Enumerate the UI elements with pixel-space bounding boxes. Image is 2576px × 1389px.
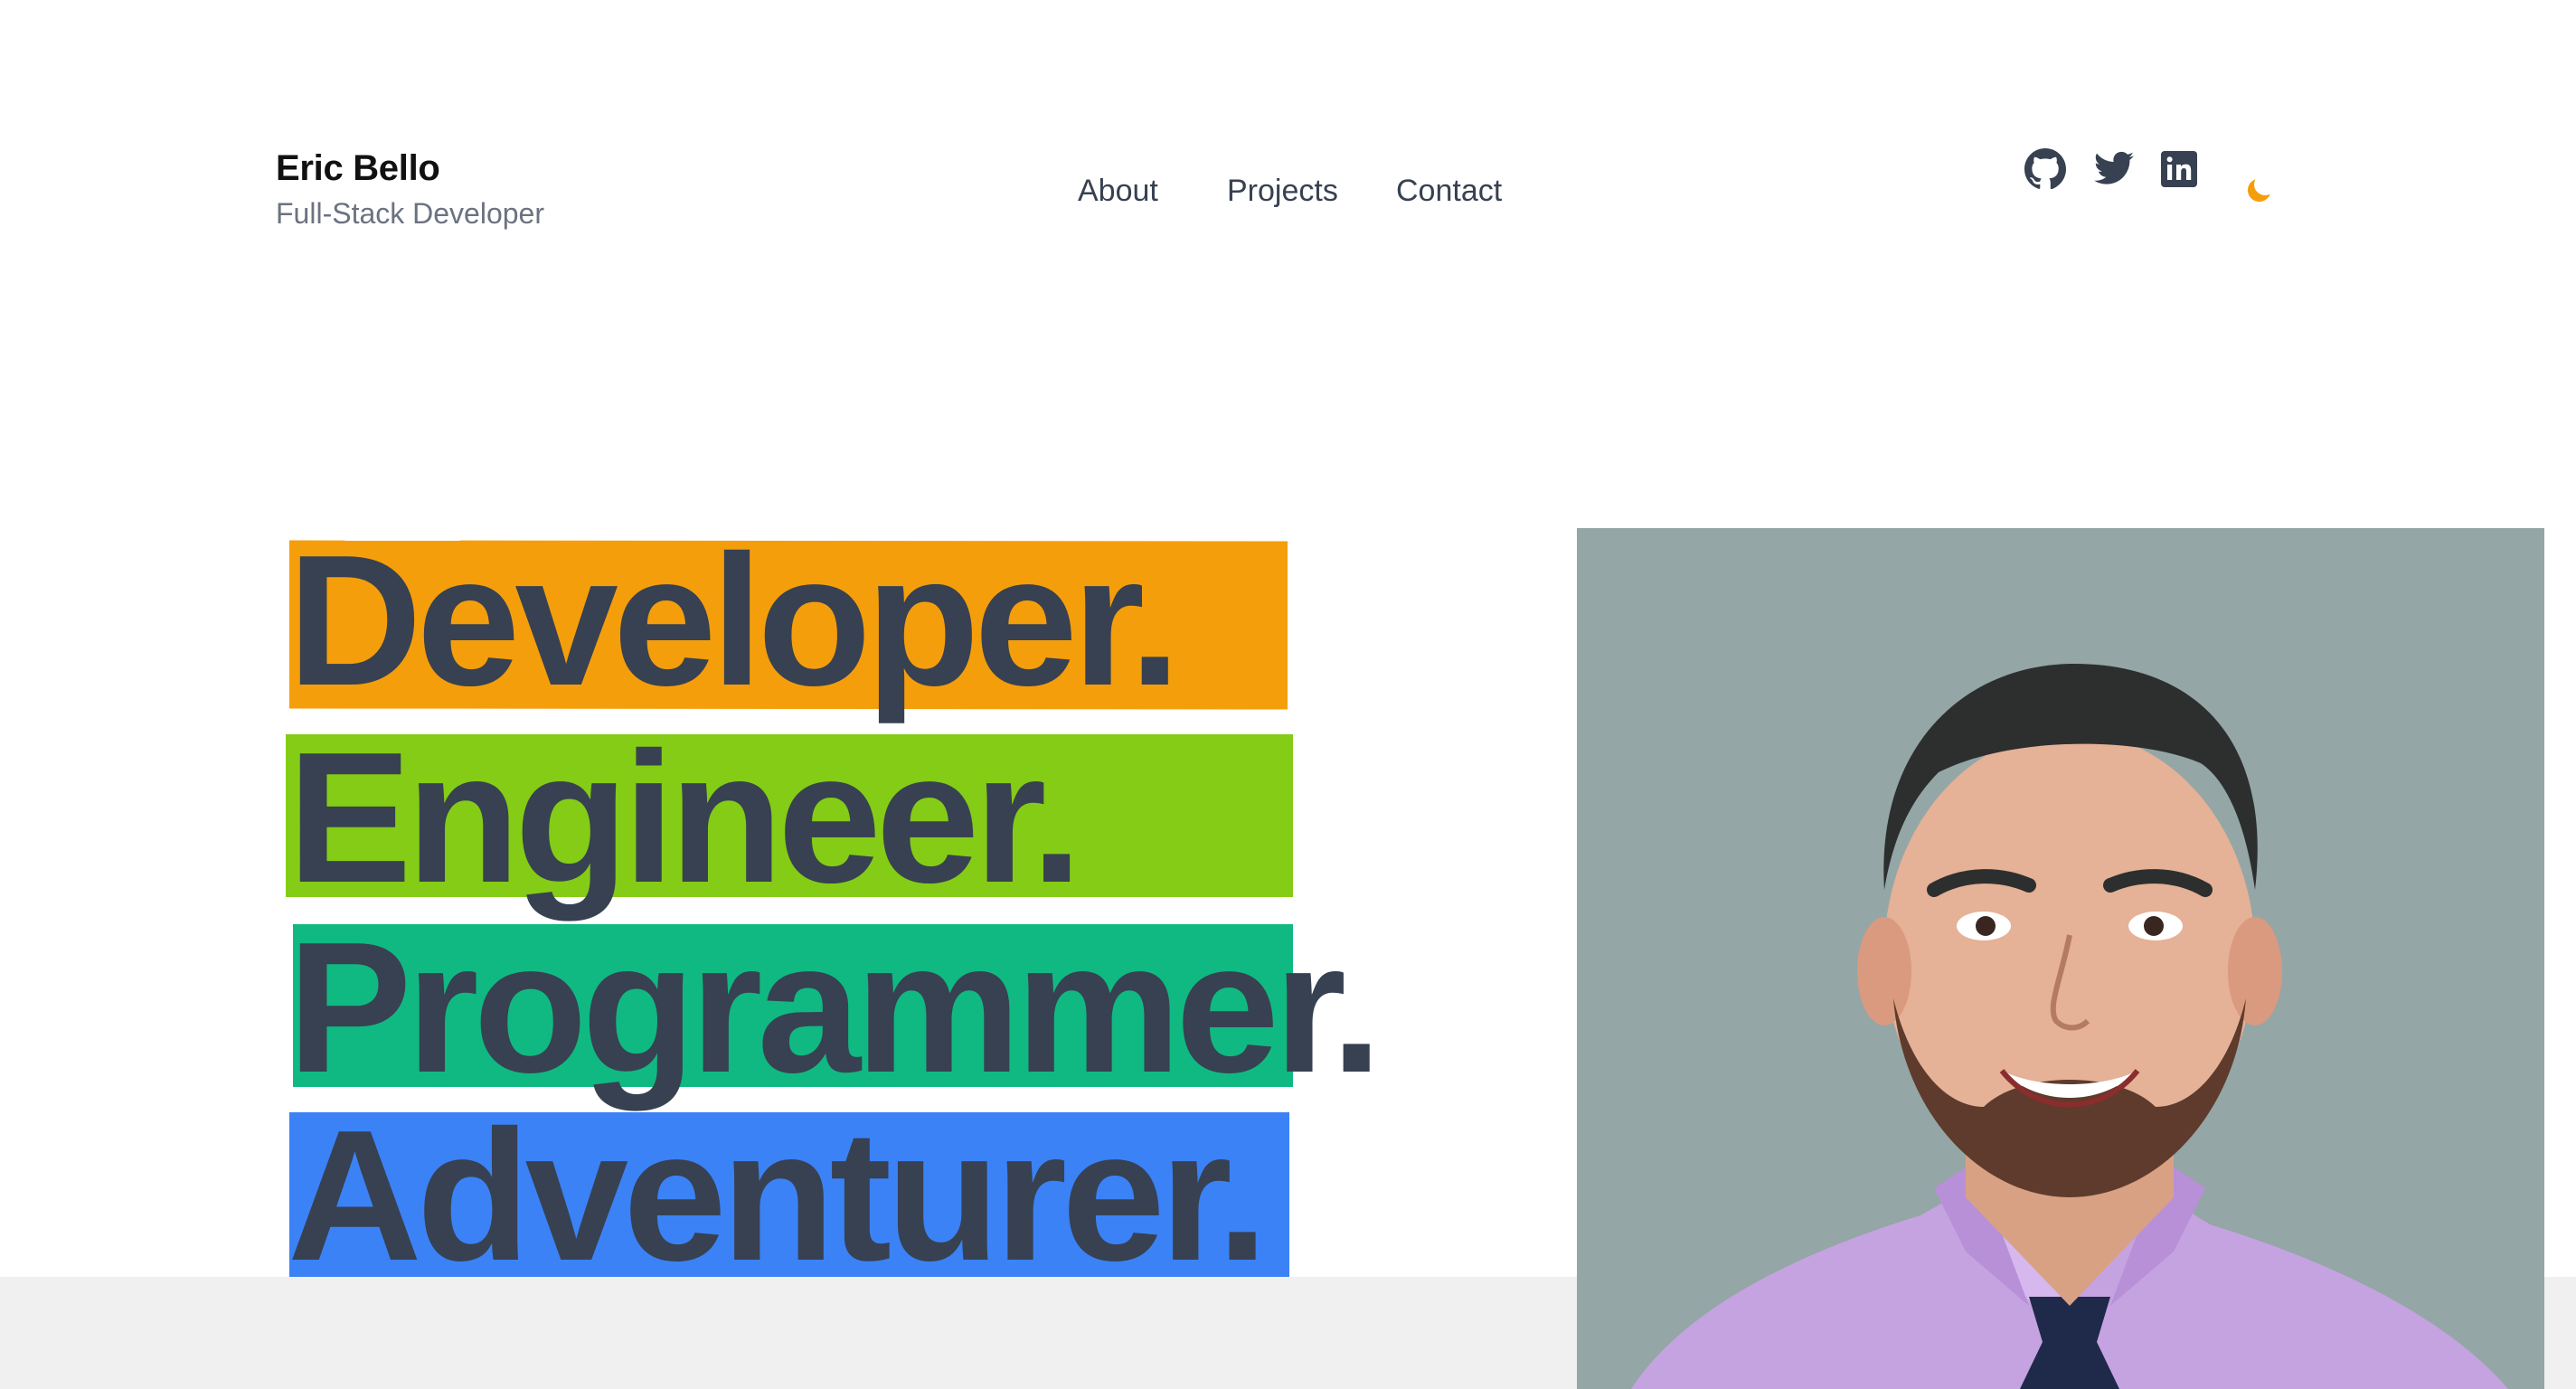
brand-subtitle: Full-Stack Developer (276, 197, 544, 230)
brand[interactable]: Eric Bello Full-Stack Developer (276, 145, 544, 233)
hero-line-text: Engineer. (288, 713, 1082, 921)
hero-line-text: Developer. (288, 516, 1181, 724)
nav-link-about[interactable]: About (1078, 168, 1158, 213)
hero-line-text: Adventurer. (288, 1091, 1269, 1299)
moon-icon[interactable] (2241, 173, 2277, 209)
hero-line-adventurer: Adventurer. (288, 1102, 1463, 1300)
github-icon[interactable] (2024, 147, 2067, 191)
hero-line-text: Programmer. (288, 903, 1382, 1111)
brand-name[interactable]: Eric Bello (276, 145, 544, 192)
nav-link-projects[interactable]: Projects (1227, 168, 1338, 213)
hero-line-developer: Developer. (288, 527, 1463, 725)
linkedin-icon[interactable] (2157, 147, 2201, 191)
profile-portrait (1577, 528, 2544, 1389)
page: Eric Bello Full-Stack Developer About Pr… (0, 0, 2576, 1389)
portrait-illustration (1577, 528, 2544, 1389)
nav-link-contact[interactable]: Contact (1396, 168, 1502, 213)
hero-line-programmer: Programmer. (288, 914, 1463, 1112)
hero-line-engineer: Engineer. (286, 724, 1463, 922)
twitter-icon[interactable] (2092, 147, 2136, 191)
